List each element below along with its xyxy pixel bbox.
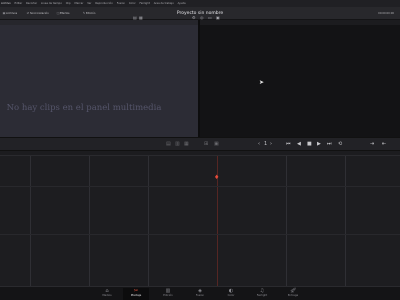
stop-icon[interactable]: ■ [307, 141, 312, 148]
edit-index-button[interactable]: ✎Edición [82, 10, 96, 17]
loop-icon[interactable]: ⟲ [338, 141, 342, 148]
page-tab-label: Fairlight [256, 294, 268, 297]
insert-icon[interactable]: ▥ [175, 141, 180, 148]
menu-area-trabajo[interactable]: Area de trabajo [154, 0, 174, 7]
place-on-top-icon[interactable]: ▣ [214, 141, 219, 148]
sync-label: Sincronización [30, 12, 49, 15]
play-icon[interactable]: ▶ [317, 141, 321, 148]
track-divider [0, 186, 400, 187]
mouse-pointer-icon: ➤ [259, 79, 265, 86]
page-navigation-bar: ⌂ Medios ✂ Montaje ▥ Edición ◈ Fusion ◐ … [0, 286, 400, 300]
media-pool-header [0, 20, 198, 25]
page-tab-cut[interactable]: ✂ Montaje [123, 288, 149, 300]
timeline-gridline [148, 156, 149, 286]
menu-ver[interactable]: Ver [87, 0, 91, 7]
mark-out-icon[interactable]: ⇤ [382, 141, 386, 148]
timeline-gridline [30, 156, 31, 286]
page-tab-fairlight[interactable]: ♫ Fairlight [249, 288, 275, 300]
media-pool-button[interactable]: ▣Archivos [2, 10, 17, 17]
timeline-area[interactable] [0, 156, 400, 286]
viewer-panel[interactable]: ➤ [200, 20, 400, 137]
media-pool-label: Archivos [6, 12, 18, 15]
next-clip-icon[interactable]: › [270, 141, 272, 148]
timecode-display: 00:00:00:00 [378, 12, 394, 15]
page-tab-media[interactable]: ⌂ Medios [94, 288, 120, 300]
menu-bar: Archivo Editar Recortar Linea de tiempo … [0, 0, 400, 7]
timeline-gridline [286, 156, 287, 286]
menu-fusion[interactable]: Fusion [117, 0, 125, 7]
mark-in-icon[interactable]: ⇥ [370, 141, 374, 148]
menu-linea-tiempo[interactable]: Linea de tiempo [41, 0, 62, 7]
menu-ayuda[interactable]: Ayuda [178, 0, 186, 7]
skip-back-icon[interactable]: ⏮ [286, 141, 291, 148]
overwrite-icon[interactable]: ▦ [184, 141, 189, 148]
prev-clip-icon[interactable]: ‹ [258, 141, 260, 148]
page-tab-label: Medios [102, 294, 112, 297]
page-tab-label: Edición [163, 294, 173, 297]
timeline-gridline [89, 156, 90, 286]
sync-button[interactable]: ⇄Sincronización [26, 10, 49, 17]
menu-recortar[interactable]: Recortar [26, 0, 37, 7]
page-tab-label: Fusion [195, 294, 205, 297]
media-pool-panel[interactable]: No hay clips en el panel multimedia [0, 20, 198, 137]
page-tab-deliver[interactable]: 🚀︎ Entrega [280, 288, 306, 300]
playhead-marker-icon[interactable]: ♦ [214, 175, 220, 181]
menu-editar[interactable]: Editar [15, 0, 23, 7]
clip-counter: 1 [264, 141, 268, 147]
page-tab-label: Color [227, 294, 235, 297]
empty-pool-message: No hay clips en el panel multimedia [6, 103, 162, 113]
menu-fairlight[interactable]: Fairlight [139, 0, 149, 7]
append-icon[interactable]: ⊞ [204, 141, 208, 148]
play-reverse-icon[interactable]: ◀ [297, 141, 301, 148]
timeline-toolbar: ▤ ▥ ▦ ⊞ ▣ ‹ 1 › ⏮ ◀ ■ ▶ ⏭ ⟲ ⇥ ⇤ [0, 137, 400, 151]
track-divider [0, 234, 400, 235]
top-toolbar: ▣Archivos ⇄Sincronización ◫Efectos ✎Edic… [0, 7, 400, 20]
timeline-tool-icon[interactable]: ▤ [166, 141, 171, 148]
menu-archivo[interactable]: Archivo [1, 0, 11, 7]
viewer-header [200, 20, 400, 25]
skip-forward-icon[interactable]: ⏭ [327, 141, 332, 148]
page-tab-fusion[interactable]: ◈ Fusion [187, 288, 213, 300]
page-tab-label: Entrega [287, 294, 299, 297]
menu-reproduccion[interactable]: Reproducción [95, 0, 113, 7]
page-tab-label: Montaje [130, 294, 142, 297]
menu-color[interactable]: Color [129, 0, 136, 7]
timeline-gridline [345, 156, 346, 286]
page-tab-edit[interactable]: ▥ Edición [155, 288, 181, 300]
effects-label: Efectos [60, 12, 70, 15]
page-tab-color[interactable]: ◐ Color [218, 288, 244, 300]
menu-marcar[interactable]: Marcar [74, 0, 83, 7]
edit-index-label: Edición [86, 12, 96, 15]
menu-clip[interactable]: Clip [66, 0, 71, 7]
effects-button[interactable]: ◫Efectos [56, 10, 70, 17]
